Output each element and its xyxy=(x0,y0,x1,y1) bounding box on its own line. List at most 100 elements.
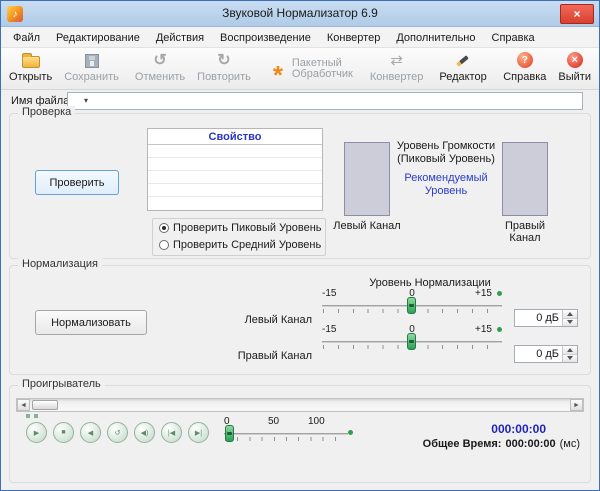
volume-slider[interactable]: 0 50 100 xyxy=(224,416,353,450)
loop-markers xyxy=(26,414,38,418)
title-bar[interactable]: ♪ Звуковой Нормализатор 6.9 × xyxy=(1,1,599,27)
menu-help[interactable]: Справка xyxy=(484,29,543,47)
right-normalization-slider[interactable]: -15 0 +15 xyxy=(322,324,502,358)
previous-button[interactable]: |◀ xyxy=(161,422,182,443)
right-level-value: 0 дБ xyxy=(536,348,559,360)
save-floppy-icon xyxy=(84,54,99,68)
volume-ticks xyxy=(225,437,347,441)
table-row xyxy=(148,171,322,184)
undo-icon: ↺ xyxy=(153,52,167,69)
check-button[interactable]: Проверить xyxy=(35,170,119,195)
toolbar-undo-button[interactable]: ↺ Отменить xyxy=(129,49,191,88)
property-table: Свойство xyxy=(147,128,323,211)
recommended-level-link[interactable]: Рекомендуемый Уровень xyxy=(388,172,504,198)
exit-icon: × xyxy=(566,52,583,68)
window-title: Звуковой Нормализатор 6.9 xyxy=(222,6,378,20)
scale-max-label: +15 xyxy=(475,288,492,299)
check-mode-panel: Проверить Пиковый Уровень Проверить Сред… xyxy=(152,218,326,256)
radio-peak-label: Проверить Пиковый Уровень xyxy=(173,222,322,234)
toolbar-editor-button[interactable]: Редактор xyxy=(433,49,492,88)
menu-extra[interactable]: Дополнительно xyxy=(388,29,483,47)
toolbar-exit-button[interactable]: × Выйти xyxy=(552,49,597,88)
stop-button[interactable]: ■ xyxy=(53,422,74,443)
right-level-spinbox[interactable]: 0 дБ xyxy=(514,345,578,363)
toolbar-batch-processor-button[interactable]: * Пакетный Обработчик xyxy=(261,49,364,90)
player-group-title: Проигрыватель xyxy=(18,378,105,390)
volume-level-heading: Уровень Громкости (Пиковый Уровень) xyxy=(396,140,496,165)
normalization-group: Нормализация Нормализовать Уровень Норма… xyxy=(9,258,591,375)
menu-bar: Файл Редактирование Действия Воспроизвед… xyxy=(1,28,599,48)
total-time-unit: (мс) xyxy=(559,438,580,450)
toolbar-save-label: Сохранить xyxy=(64,71,119,83)
total-time: Общее Время: 000:00:00 (мс) xyxy=(423,438,580,450)
seek-bar[interactable]: ◄ ► xyxy=(16,398,584,412)
toolbar-help-button[interactable]: ? Справка xyxy=(497,49,552,88)
file-name-combobox[interactable]: ▾ xyxy=(67,92,583,110)
toolbar-open-button[interactable]: Открыть xyxy=(3,49,58,88)
toolbar-editor-label: Редактор xyxy=(439,71,487,83)
rewind-button[interactable]: ◀ xyxy=(80,422,101,443)
left-level-value: 0 дБ xyxy=(536,312,559,324)
menu-converter[interactable]: Конвертер xyxy=(319,29,388,47)
current-time-display: 000:00:00 xyxy=(491,422,546,436)
spin-down-button[interactable] xyxy=(563,318,577,326)
seek-back-arrow[interactable]: ◄ xyxy=(17,399,30,411)
radio-check-peak-level[interactable]: Проверить Пиковый Уровень xyxy=(159,222,322,234)
radio-average-label: Проверить Средний Уровень xyxy=(173,239,322,251)
check-group: Проверка Проверить Свойство Проверить Пи… xyxy=(9,106,591,259)
spin-up-button[interactable] xyxy=(563,310,577,319)
volume-max-label: 100 xyxy=(308,416,325,427)
radio-dot-icon xyxy=(159,223,169,233)
table-row xyxy=(148,158,322,171)
table-row xyxy=(148,145,322,158)
check-group-title: Проверка xyxy=(18,106,76,118)
radio-check-average-level[interactable]: Проверить Средний Уровень xyxy=(159,239,321,251)
volume-handle[interactable] xyxy=(225,425,234,442)
spin-down-button[interactable] xyxy=(563,354,577,362)
left-channel-meter xyxy=(344,142,390,216)
player-buttons: ▶ ■ ◀ ↺ ◀) |◀ ▶| xyxy=(26,422,209,443)
slider-handle[interactable] xyxy=(407,333,416,350)
max-marker-dot xyxy=(497,291,502,296)
toolbar-save-button[interactable]: Сохранить xyxy=(58,49,125,88)
total-time-label: Общее Время: xyxy=(422,438,502,450)
repeat-button[interactable]: ↺ xyxy=(107,422,128,443)
open-folder-icon xyxy=(21,53,40,68)
table-row xyxy=(148,197,322,210)
toolbar-undo-label: Отменить xyxy=(134,71,186,83)
menu-playback[interactable]: Воспроизведение xyxy=(212,29,319,47)
close-button[interactable]: × xyxy=(560,4,594,24)
right-channel-label: Правый Канал xyxy=(237,350,312,362)
help-icon: ? xyxy=(516,52,533,68)
scale-min-label: -15 xyxy=(322,324,337,335)
left-normalization-slider[interactable]: -15 0 +15 xyxy=(322,288,502,322)
menu-actions[interactable]: Действия xyxy=(148,29,212,47)
max-marker-dot xyxy=(497,327,502,332)
spin-up-button[interactable] xyxy=(563,346,577,355)
volume-track[interactable] xyxy=(224,433,348,435)
toolbar-redo-button[interactable]: ↻ Повторить xyxy=(191,49,257,88)
seek-handle[interactable] xyxy=(32,400,58,410)
play-button[interactable]: ▶ xyxy=(26,422,47,443)
left-channel-caption: Левый Канал xyxy=(333,220,401,232)
normalization-group-title: Нормализация xyxy=(18,258,102,270)
app-window: ♪ Звуковой Нормализатор 6.9 × Файл Редак… xyxy=(0,0,600,491)
menu-file[interactable]: Файл xyxy=(5,29,48,47)
property-table-header: Свойство xyxy=(148,129,322,145)
menu-edit[interactable]: Редактирование xyxy=(48,29,148,47)
table-row xyxy=(148,184,322,197)
seek-forward-arrow[interactable]: ► xyxy=(570,399,583,411)
slider-handle[interactable] xyxy=(407,297,416,314)
normalize-button[interactable]: Нормализовать xyxy=(35,310,147,335)
spin-buttons xyxy=(562,310,577,326)
spin-buttons xyxy=(562,346,577,362)
next-button[interactable]: ▶| xyxy=(188,422,209,443)
volume-button[interactable]: ◀) xyxy=(134,422,155,443)
total-time-value: 000:00:00 xyxy=(505,438,556,450)
converter-icon: ⇄ xyxy=(390,52,403,69)
radio-dot-icon xyxy=(159,240,169,250)
toolbar-converter-button[interactable]: ⇄ Конвертер xyxy=(364,49,429,88)
scale-min-label: -15 xyxy=(322,288,337,299)
chevron-down-icon[interactable]: ▾ xyxy=(84,96,88,105)
left-level-spinbox[interactable]: 0 дБ xyxy=(514,309,578,327)
